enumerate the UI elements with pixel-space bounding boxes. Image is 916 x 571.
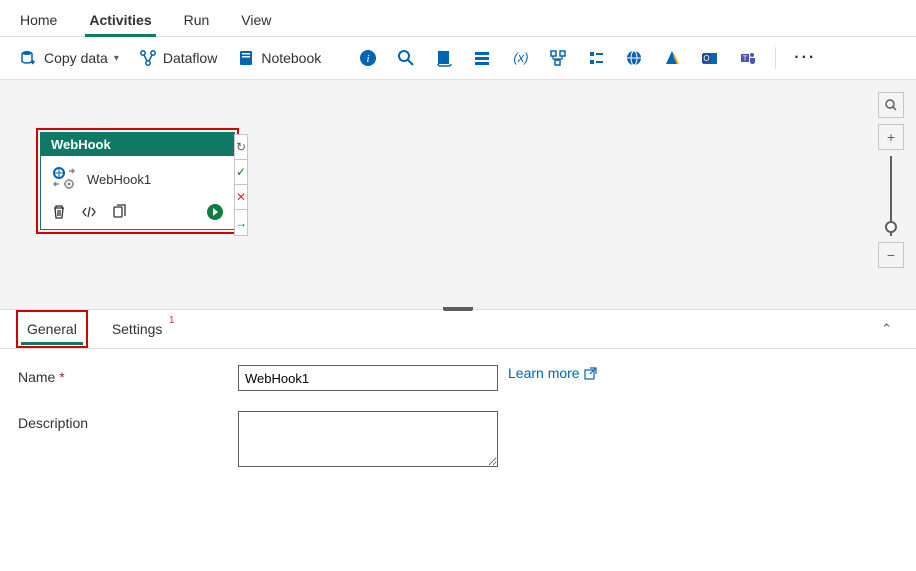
general-form: Name * Learn more Description [0, 349, 916, 503]
settings-badge: 1 [169, 315, 175, 326]
activity-header: WebHook [41, 133, 234, 156]
canvas-search-button[interactable] [878, 92, 904, 118]
description-input[interactable] [238, 411, 498, 467]
pipeline-canvas[interactable]: WebHook WebHook1 ↻ ✓ ✕ → + [0, 80, 916, 310]
port-success[interactable]: ✓ [235, 160, 247, 185]
copy-icon[interactable] [111, 204, 127, 220]
list-icon [473, 49, 491, 67]
globe-icon [625, 49, 643, 67]
zoom-controls: + − [878, 92, 904, 268]
notebook-icon [237, 49, 255, 67]
outlook-button[interactable]: O [693, 43, 727, 73]
script-button[interactable] [427, 43, 461, 73]
variable-icon: (x) [511, 49, 529, 67]
zoom-slider-thumb[interactable] [885, 221, 897, 233]
top-tab-bar: Home Activities Run View [0, 0, 916, 37]
search-icon [397, 49, 415, 67]
teams-button[interactable]: T [731, 43, 765, 73]
general-tab-highlight: General [16, 310, 88, 348]
tab-settings[interactable]: Settings 1 [106, 313, 169, 345]
webhook-activity[interactable]: WebHook WebHook1 ↻ ✓ ✕ → [40, 132, 235, 230]
tab-view[interactable]: View [237, 8, 275, 36]
tab-run[interactable]: Run [180, 8, 214, 36]
task-button[interactable] [579, 43, 613, 73]
port-skip[interactable]: → [235, 210, 247, 235]
svg-text:O: O [704, 54, 710, 63]
info-button[interactable]: i [351, 43, 385, 73]
dataflow-icon [139, 49, 157, 67]
learn-more-label: Learn more [508, 365, 580, 381]
copy-data-button[interactable]: Copy data ▾ [12, 43, 127, 73]
svg-text:(x): (x) [514, 50, 529, 65]
toolbar-divider [775, 47, 776, 69]
tab-home[interactable]: Home [16, 8, 61, 36]
script-icon [435, 49, 453, 67]
name-input[interactable] [238, 365, 498, 391]
properties-panel-header: General Settings 1 ⌃ [0, 310, 916, 349]
zoom-slider[interactable] [890, 156, 892, 236]
web-button[interactable] [617, 43, 651, 73]
activity-highlight: WebHook WebHook1 ↻ ✓ ✕ → [36, 128, 239, 234]
panel-resize-handle[interactable] [443, 307, 473, 311]
activity-name: WebHook1 [87, 172, 151, 187]
tab-activities[interactable]: Activities [85, 8, 155, 36]
azure-button[interactable] [655, 43, 689, 73]
activity-ports: ↻ ✓ ✕ → [234, 134, 248, 236]
dataflow-button[interactable]: Dataflow [131, 43, 225, 73]
more-button[interactable]: ··· [786, 45, 824, 71]
webhook-icon [51, 166, 77, 193]
outlook-icon: O [701, 49, 719, 67]
port-fail[interactable]: ✕ [235, 185, 247, 210]
port-retry[interactable]: ↻ [235, 135, 247, 160]
teams-icon: T [739, 49, 757, 67]
external-link-icon [584, 367, 597, 380]
variable-button[interactable]: (x) [503, 43, 537, 73]
pipeline-icon [549, 49, 567, 67]
pipeline-button[interactable] [541, 43, 575, 73]
list-button[interactable] [465, 43, 499, 73]
collapse-panel-icon[interactable]: ⌃ [873, 313, 900, 345]
info-icon: i [359, 49, 377, 67]
run-icon[interactable] [206, 203, 224, 221]
zoom-out-button[interactable]: − [878, 242, 904, 268]
name-label: Name * [18, 365, 238, 385]
description-label: Description [18, 411, 238, 431]
zoom-in-button[interactable]: + [878, 124, 904, 150]
svg-text:T: T [743, 56, 748, 63]
task-icon [587, 49, 605, 67]
learn-more-link[interactable]: Learn more [508, 365, 597, 381]
search-button[interactable] [389, 43, 423, 73]
notebook-button[interactable]: Notebook [229, 43, 329, 73]
copy-data-label: Copy data [44, 50, 108, 66]
dataflow-label: Dataflow [163, 50, 217, 66]
tab-settings-label: Settings [112, 321, 163, 337]
svg-text:i: i [367, 53, 370, 65]
copy-data-icon [20, 49, 38, 67]
azure-icon [663, 49, 681, 67]
chevron-down-icon: ▾ [114, 53, 119, 64]
toolbar: Copy data ▾ Dataflow Notebook i (x) O T … [0, 37, 916, 80]
tab-general[interactable]: General [21, 313, 83, 345]
notebook-label: Notebook [261, 50, 321, 66]
delete-icon[interactable] [51, 204, 67, 220]
code-icon[interactable] [81, 204, 97, 220]
